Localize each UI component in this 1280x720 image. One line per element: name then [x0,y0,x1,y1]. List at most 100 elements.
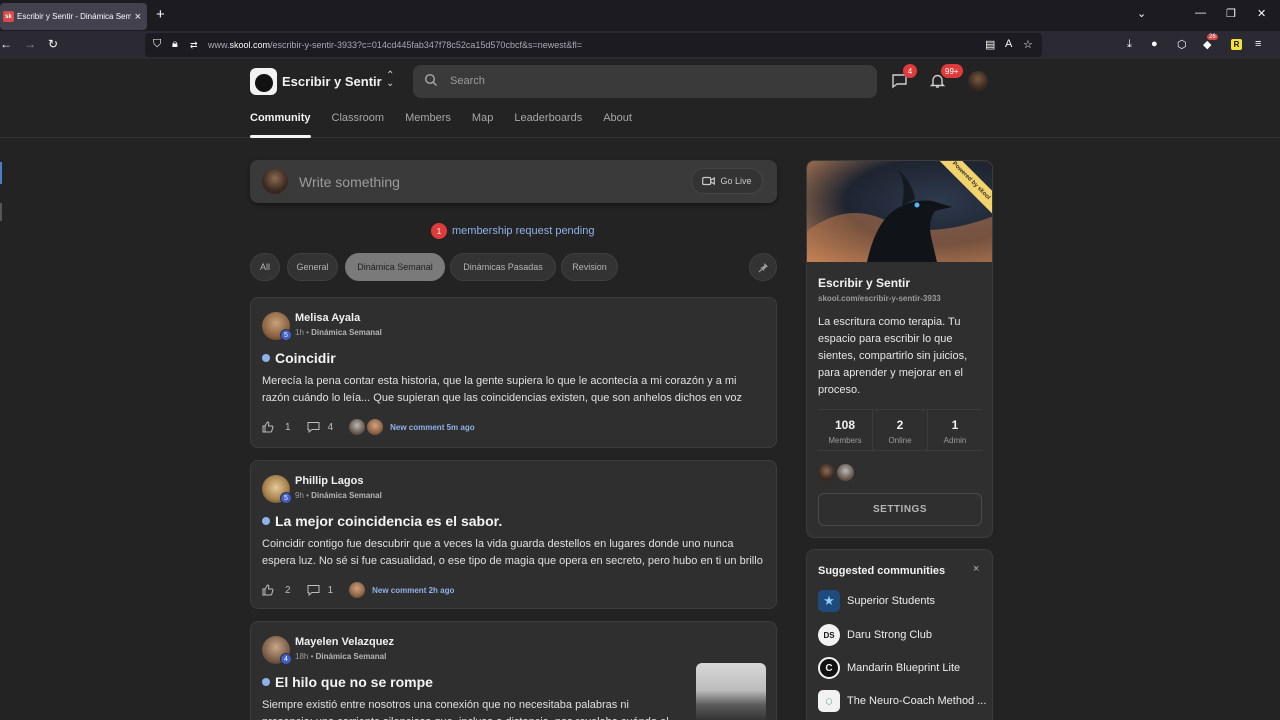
author-level-badge: 4 [280,653,292,665]
commenter-avatar[interactable] [349,419,366,435]
user-avatar[interactable] [968,71,988,91]
sidebar-community-name: Escribir y Sentir [818,276,911,290]
back-icon[interactable]: ← [0,37,12,51]
community-nav: Community Classroom Members Map Leaderbo… [250,110,653,138]
tab-about[interactable]: About [603,110,632,138]
url-bar[interactable]: ⛉ 🔒︎ ⇄ www.skool.com/escribir-y-sentir-3… [145,33,1042,57]
post-title[interactable]: La mejor coincidencia es el sabor. [262,513,502,529]
community-logo[interactable] [250,68,277,95]
sidebar-description: La escritura como terapia. Tu espacio pa… [818,316,968,396]
search-icon [424,73,437,86]
close-icon[interactable]: × [973,563,979,575]
post-card[interactable]: 4 Mayelen Velazquez 18h • Dinámica Seman… [250,621,777,720]
post-card[interactable]: 5 Phillip Lagos 9h • Dinámica Semanal La… [250,460,777,609]
filter-chip-revision[interactable]: Revision [561,253,618,281]
forward-icon[interactable]: → [24,37,36,51]
site-header: Escribir y Sentir ⌃ ⌄ Search 4 99+ Commun… [0,59,1280,138]
go-live-button[interactable]: Go Live [691,168,763,194]
community-name[interactable]: Escribir y Sentir [282,74,382,89]
community-info-card: Powered by skool Escribir y Sentir skool… [806,160,993,538]
like-thumb-icon[interactable] [262,421,274,433]
url-text[interactable]: www.skool.com/escribir-y-sentir-3933?c=0… [208,40,582,50]
comment-count: 1 [327,584,334,596]
commenter-avatar[interactable] [367,419,384,435]
suggested-item[interactable]: DS Daru Strong Club [818,624,932,646]
suggested-title: Suggested communities [818,565,946,577]
account-icon[interactable]: ● [1151,38,1158,50]
composer-placeholder[interactable]: Write something [299,174,400,190]
extensions-icon[interactable]: ⬡ [1177,38,1187,51]
menu-icon[interactable]: ≡ [1255,38,1261,50]
left-edge-indicator [0,203,2,221]
post-author-name[interactable]: Melisa Ayala [295,312,360,324]
tab-classroom[interactable]: Classroom [332,110,385,138]
extension-badge: 26 [1207,34,1218,40]
window-close-icon[interactable]: ✕ [1257,7,1266,20]
lock-icon[interactable]: 🔒︎ [172,38,178,51]
new-comment-label[interactable]: New comment 5m ago [390,423,474,432]
stat-online[interactable]: 2 Online [873,410,928,450]
browser-nav-bar: ← → ↻ ⛉ 🔒︎ ⇄ www.skool.com/escribir-y-se… [0,31,1280,59]
post-card[interactable]: 5 Melisa Ayala 1h • Dinámica Semanal Coi… [250,297,777,448]
settings-button[interactable]: SETTINGS [818,493,982,526]
new-comment-label[interactable]: New comment 2h ago [372,586,454,595]
post-excerpt: Siempre existió entre nosotros una conex… [262,699,669,720]
post-author-name[interactable]: Mayelen Velazquez [295,636,394,648]
pin-filter-button[interactable] [749,253,777,281]
shield-icon[interactable]: ⛉ [153,38,161,51]
tab-list-chevron-icon[interactable]: ⌄ [1137,7,1146,20]
chat-badge: 4 [903,64,917,78]
comment-icon[interactable] [307,584,320,596]
filter-chip-all[interactable]: All [250,253,280,281]
tab-map[interactable]: Map [472,110,493,138]
post-thumbnail-image[interactable] [696,663,766,720]
minimize-icon[interactable]: — [1195,7,1206,19]
community-switcher-icon[interactable]: ⌃ ⌄ [386,71,394,89]
membership-pending-notice[interactable]: 1 membership request pending [431,223,594,239]
tab-community[interactable]: Community [250,110,311,138]
post-author-name[interactable]: Phillip Lagos [295,475,363,487]
like-count: 1 [285,421,291,433]
suggested-item[interactable]: ★ Superior Students [818,590,935,612]
suggested-item[interactable]: ◯ The Neuro-Coach Method ... [818,690,986,712]
tab-members[interactable]: Members [405,110,451,138]
like-thumb-icon[interactable] [262,584,274,596]
stat-members[interactable]: 108 Members [818,410,873,450]
comment-icon[interactable] [307,421,320,433]
suggested-communities-card: Suggested communities × ★ Superior Stude… [806,549,993,720]
filter-chip-dinamicas-pasadas[interactable]: Dinámicas Pasadas [450,253,556,281]
tab-close-icon[interactable]: × [135,11,141,23]
post-title[interactable]: Coincidir [262,350,336,366]
bookmark-star-icon[interactable]: ☆ [1023,38,1033,51]
browser-tab[interactable]: sk Escribir y Sentir - Dinámica Semanal … [0,3,147,30]
member-avatar[interactable] [837,464,854,481]
post-title[interactable]: El hilo que no se rompe [262,674,433,690]
sidebar-community-url: skool.com/escribir-y-sentir-3933 [818,294,941,303]
reader-view-icon[interactable]: ▤ [985,38,995,51]
community-stats: 108 Members 2 Online 1 Admin [818,409,982,451]
member-avatar[interactable] [818,464,835,481]
search-placeholder: Search [450,75,485,87]
downloads-icon[interactable]: ⤓ [1127,38,1132,51]
search-bar[interactable]: Search [413,65,877,98]
translate-icon[interactable]: A [1005,38,1012,50]
pending-link[interactable]: membership request pending [452,225,594,237]
suggested-item[interactable]: C Mandarin Blueprint Lite [818,657,960,679]
tab-leaderboards[interactable]: Leaderboards [514,110,582,138]
stat-admin[interactable]: 1 Admin [928,410,982,450]
author-level-badge: 5 [280,492,292,504]
tab-title: Escribir y Sentir - Dinámica Semanal [17,12,131,21]
restore-icon[interactable]: ❐ [1226,7,1236,20]
post-actions: 2 1 New comment 2h ago [262,581,454,599]
like-count: 2 [285,584,291,596]
commenter-avatar[interactable] [349,582,366,598]
filter-chip-dinamica-semanal[interactable]: Dinámica Semanal [345,253,445,281]
filter-chip-general[interactable]: General [287,253,338,281]
new-tab-icon[interactable]: + [156,6,165,23]
permissions-icon[interactable]: ⇄ [190,40,198,51]
reload-icon[interactable]: ↻ [48,37,58,51]
post-composer[interactable]: Write something Go Live [250,160,777,203]
unread-dot-icon [262,354,270,362]
comment-count: 4 [327,421,334,433]
extension-r-icon[interactable]: R [1231,39,1242,50]
